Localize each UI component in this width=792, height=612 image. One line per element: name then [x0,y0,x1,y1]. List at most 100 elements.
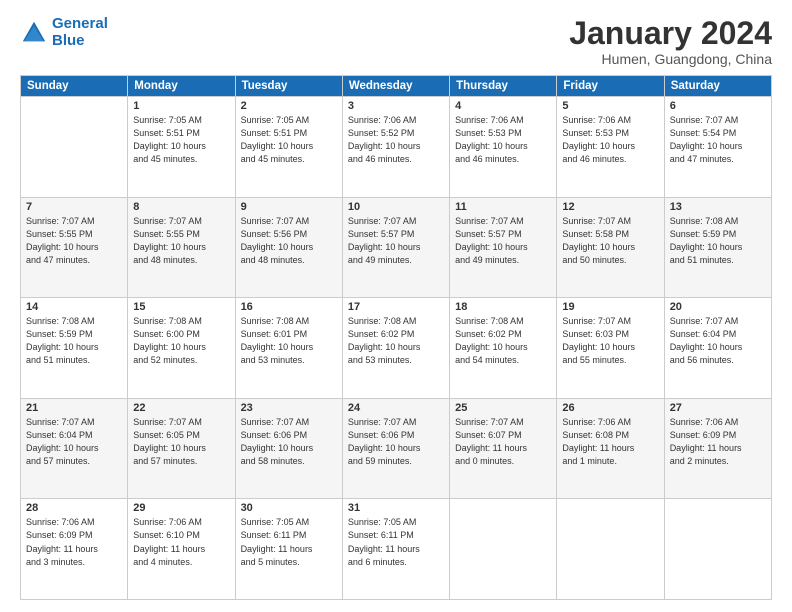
day-info: Sunrise: 7:08 AM Sunset: 5:59 PM Dayligh… [670,215,766,267]
day-number: 7 [26,201,122,213]
col-friday: Friday [557,76,664,97]
day-info: Sunrise: 7:08 AM Sunset: 5:59 PM Dayligh… [26,315,122,367]
day-info: Sunrise: 7:07 AM Sunset: 5:56 PM Dayligh… [241,215,337,267]
day-info: Sunrise: 7:07 AM Sunset: 5:57 PM Dayligh… [348,215,444,267]
day-number: 17 [348,301,444,313]
calendar-cell: 10 Sunrise: 7:07 AM Sunset: 5:57 PM Dayli… [342,197,449,298]
day-info: Sunrise: 7:05 AM Sunset: 5:51 PM Dayligh… [241,114,337,166]
day-number: 9 [241,201,337,213]
calendar-cell: 25 Sunrise: 7:07 AM Sunset: 6:07 PM Dayli… [450,398,557,499]
calendar-cell: 12 Sunrise: 7:07 AM Sunset: 5:58 PM Dayli… [557,197,664,298]
day-info: Sunrise: 7:06 AM Sunset: 6:09 PM Dayligh… [670,416,766,468]
title-block: January 2024 Humen, Guangdong, China [569,16,772,67]
day-info: Sunrise: 7:07 AM Sunset: 6:06 PM Dayligh… [348,416,444,468]
calendar-cell: 3Sunrise: 7:06 AM Sunset: 5:52 PM Daylig… [342,97,449,198]
day-info: Sunrise: 7:08 AM Sunset: 6:00 PM Dayligh… [133,315,229,367]
day-number: 10 [348,201,444,213]
logo-text: General Blue [52,16,108,49]
day-number: 14 [26,301,122,313]
day-number: 30 [241,502,337,514]
calendar-cell: 31 Sunrise: 7:05 AM Sunset: 6:11 PM Dayli… [342,499,449,600]
page: General Blue January 2024 Humen, Guangdo… [0,0,792,612]
col-tuesday: Tuesday [235,76,342,97]
calendar-cell: 1 Sunrise: 7:05 AM Sunset: 5:51 PM Daylig… [128,97,235,198]
calendar-cell: 19Sunrise: 7:07 AM Sunset: 6:03 PM Dayli… [557,298,664,399]
day-number: 11 [455,201,551,213]
calendar-week-4: 21 Sunrise: 7:07 AM Sunset: 6:04 PM Dayli… [21,398,772,499]
col-saturday: Saturday [664,76,771,97]
calendar-cell: 28Sunrise: 7:06 AM Sunset: 6:09 PM Dayli… [21,499,128,600]
day-number: 16 [241,301,337,313]
day-info: Sunrise: 7:08 AM Sunset: 6:02 PM Dayligh… [348,315,444,367]
day-info: Sunrise: 7:07 AM Sunset: 6:06 PM Dayligh… [241,416,337,468]
day-number: 23 [241,402,337,414]
calendar-week-2: 7 Sunrise: 7:07 AM Sunset: 5:55 PM Daylig… [21,197,772,298]
day-number: 19 [562,301,658,313]
calendar-cell: 2 Sunrise: 7:05 AM Sunset: 5:51 PM Daylig… [235,97,342,198]
day-number: 26 [562,402,658,414]
col-sunday: Sunday [21,76,128,97]
calendar-cell: 5 Sunrise: 7:06 AM Sunset: 5:53 PM Daylig… [557,97,664,198]
calendar-cell [450,499,557,600]
calendar-cell: 16 Sunrise: 7:08 AM Sunset: 6:01 PM Dayli… [235,298,342,399]
day-info: Sunrise: 7:06 AM Sunset: 6:08 PM Dayligh… [562,416,658,468]
day-number: 2 [241,100,337,112]
day-number: 20 [670,301,766,313]
calendar-cell: 6 Sunrise: 7:07 AM Sunset: 5:54 PM Daylig… [664,97,771,198]
logo-icon [20,19,48,47]
month-title: January 2024 [569,16,772,51]
calendar-cell: 21 Sunrise: 7:07 AM Sunset: 6:04 PM Dayli… [21,398,128,499]
logo: General Blue [20,16,108,49]
calendar-week-3: 14 Sunrise: 7:08 AM Sunset: 5:59 PM Dayli… [21,298,772,399]
day-info: Sunrise: 7:08 AM Sunset: 6:01 PM Dayligh… [241,315,337,367]
calendar-cell [664,499,771,600]
day-number: 25 [455,402,551,414]
day-number: 1 [133,100,229,112]
calendar-cell: 22 Sunrise: 7:07 AM Sunset: 6:05 PM Dayli… [128,398,235,499]
day-info: Sunrise: 7:06 AM Sunset: 5:52 PM Dayligh… [348,114,444,166]
calendar-cell: 4 Sunrise: 7:06 AM Sunset: 5:53 PM Daylig… [450,97,557,198]
day-number: 29 [133,502,229,514]
calendar-cell: 9 Sunrise: 7:07 AM Sunset: 5:56 PM Daylig… [235,197,342,298]
calendar-cell: 7 Sunrise: 7:07 AM Sunset: 5:55 PM Daylig… [21,197,128,298]
calendar-cell: 27 Sunrise: 7:06 AM Sunset: 6:09 PM Dayli… [664,398,771,499]
calendar-cell: 8 Sunrise: 7:07 AM Sunset: 5:55 PM Daylig… [128,197,235,298]
calendar-cell: 26 Sunrise: 7:06 AM Sunset: 6:08 PM Dayli… [557,398,664,499]
day-info: Sunrise: 7:05 AM Sunset: 6:11 PM Dayligh… [348,516,444,568]
day-number: 13 [670,201,766,213]
day-number: 21 [26,402,122,414]
day-number: 12 [562,201,658,213]
day-number: 5 [562,100,658,112]
day-info: Sunrise: 7:06 AM Sunset: 5:53 PM Dayligh… [455,114,551,166]
day-info: Sunrise: 7:05 AM Sunset: 6:11 PM Dayligh… [241,516,337,568]
calendar-cell: 24 Sunrise: 7:07 AM Sunset: 6:06 PM Dayli… [342,398,449,499]
day-info: Sunrise: 7:07 AM Sunset: 5:55 PM Dayligh… [26,215,122,267]
day-info: Sunrise: 7:06 AM Sunset: 5:53 PM Dayligh… [562,114,658,166]
day-number: 8 [133,201,229,213]
day-number: 31 [348,502,444,514]
day-number: 4 [455,100,551,112]
day-info: Sunrise: 7:07 AM Sunset: 5:54 PM Dayligh… [670,114,766,166]
day-number: 24 [348,402,444,414]
location-subtitle: Humen, Guangdong, China [569,51,772,67]
col-thursday: Thursday [450,76,557,97]
day-info: Sunrise: 7:07 AM Sunset: 6:04 PM Dayligh… [26,416,122,468]
day-number: 18 [455,301,551,313]
day-info: Sunrise: 7:07 AM Sunset: 6:05 PM Dayligh… [133,416,229,468]
calendar-cell: 11Sunrise: 7:07 AM Sunset: 5:57 PM Dayli… [450,197,557,298]
day-number: 22 [133,402,229,414]
calendar-cell: 14 Sunrise: 7:08 AM Sunset: 5:59 PM Dayli… [21,298,128,399]
calendar-cell: 17 Sunrise: 7:08 AM Sunset: 6:02 PM Dayli… [342,298,449,399]
day-number: 27 [670,402,766,414]
day-info: Sunrise: 7:08 AM Sunset: 6:02 PM Dayligh… [455,315,551,367]
calendar-cell: 29Sunrise: 7:06 AM Sunset: 6:10 PM Dayli… [128,499,235,600]
day-info: Sunrise: 7:07 AM Sunset: 6:07 PM Dayligh… [455,416,551,468]
day-info: Sunrise: 7:05 AM Sunset: 5:51 PM Dayligh… [133,114,229,166]
day-number: 6 [670,100,766,112]
calendar-week-5: 28Sunrise: 7:06 AM Sunset: 6:09 PM Dayli… [21,499,772,600]
header: General Blue January 2024 Humen, Guangdo… [20,16,772,67]
calendar-cell: 18 Sunrise: 7:08 AM Sunset: 6:02 PM Dayli… [450,298,557,399]
col-wednesday: Wednesday [342,76,449,97]
day-info: Sunrise: 7:07 AM Sunset: 5:58 PM Dayligh… [562,215,658,267]
day-info: Sunrise: 7:07 AM Sunset: 5:55 PM Dayligh… [133,215,229,267]
